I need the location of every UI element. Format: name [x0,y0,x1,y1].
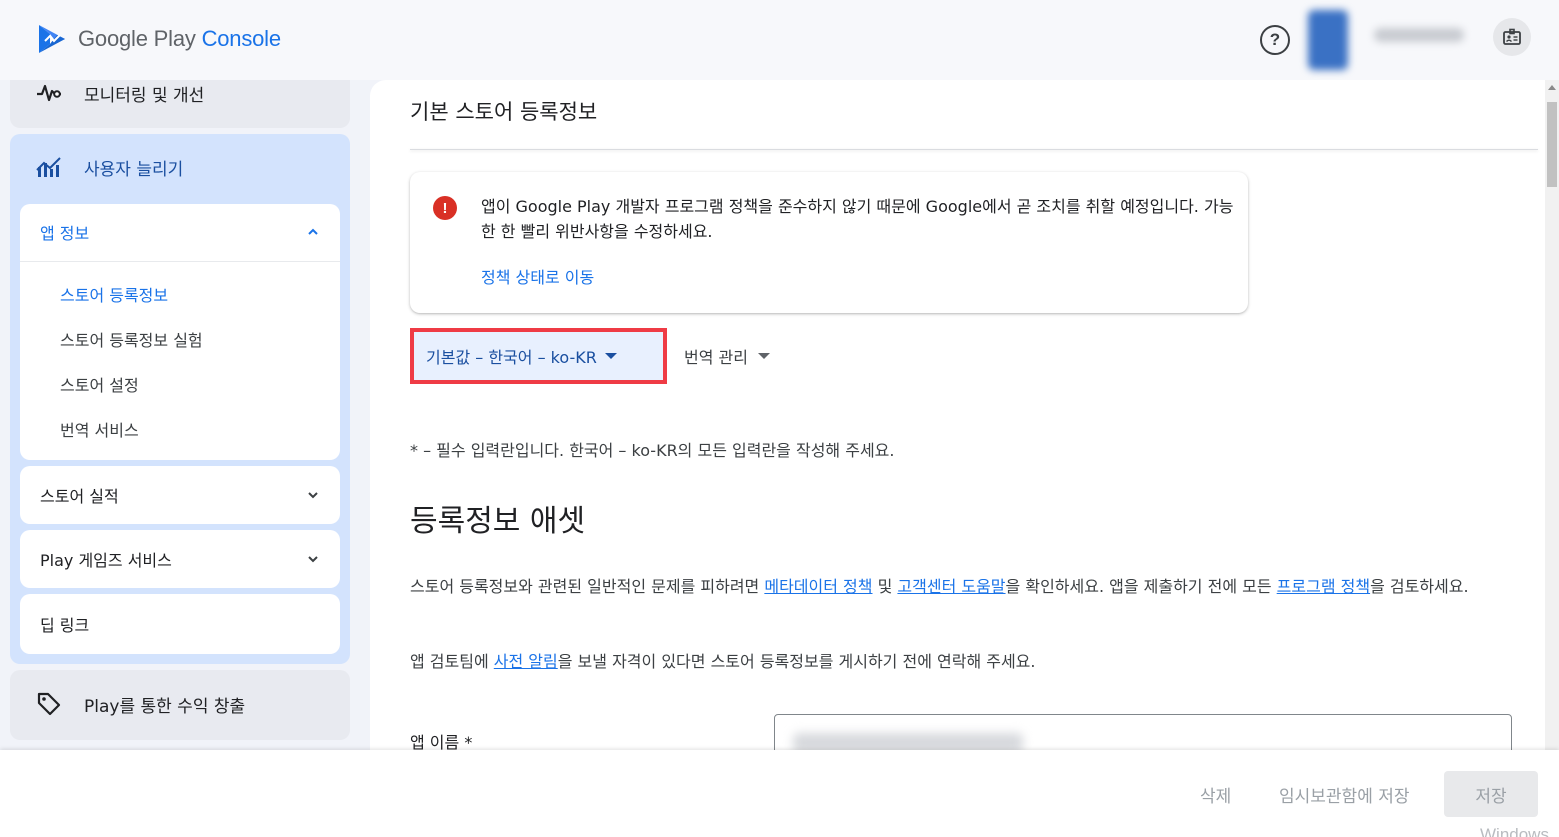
program-policies-link[interactable]: 프로그램 정책 [1277,577,1370,596]
app-name-value-redacted [793,733,1023,750]
account-badge-icon[interactable] [1493,18,1531,56]
play-console-logo-icon [39,25,65,53]
top-app-bar: Google Play Console ? [0,0,1559,80]
main-content: 기본 스토어 등록정보 ! 앱이 Google Play 개발자 프로그램 정책… [370,80,1545,750]
policy-alert-card: ! 앱이 Google Play 개발자 프로그램 정책을 준수하지 않기 때문… [410,172,1248,313]
save-draft-button[interactable]: 임시보관함에 저장 [1279,782,1410,807]
required-fields-note: * – 필수 입력란입니다. 한국어 – ko-KR의 모든 입력란을 작성해 … [410,441,895,460]
sidebar-item-monitoring[interactable]: 모니터링 및 개선 [10,80,350,128]
chevron-down-icon [308,492,318,499]
policy-status-link[interactable]: 정책 상태로 이동 [481,264,594,288]
translations-label: 번역 관리 [684,348,748,367]
sidebar-item-translation-services[interactable]: 번역 서비스 [60,417,139,441]
vitals-icon [36,80,62,106]
alert-message: 앱이 Google Play 개발자 프로그램 정책을 준수하지 않기 때문에 … [481,197,1234,241]
sidebar-nav: 모니터링 및 개선 사용자 늘리기 앱 정보 스토어 등록정보 스토어 등록정보… [10,80,350,750]
pre-notification-description: 앱 검토팀에 사전 알림을 보낼 자격이 있다면 스토어 등록정보를 게시하기 … [410,652,1036,671]
sidebar-section-grow: 사용자 늘리기 앱 정보 스토어 등록정보 스토어 등록정보 실험 스토어 설정… [10,134,350,664]
metadata-policy-link[interactable]: 메타데이터 정책 [764,577,872,596]
default-language-dropdown[interactable]: 기본값 – 한국어 – ko-KR [410,328,667,384]
listing-assets-description: 스토어 등록정보와 관련된 일반적인 문제를 피하려면 메타데이터 정책 및 고… [410,577,1469,596]
save-button[interactable]: 저장 [1444,771,1538,817]
manage-translations-dropdown[interactable]: 번역 관리 [684,344,770,368]
scroll-up-arrow-icon[interactable] [1548,85,1556,90]
sidebar-group-store-performance[interactable]: 스토어 실적 [20,466,340,524]
play-console-logo[interactable]: Google Play Console [36,22,281,56]
account-avatar [1308,10,1348,70]
divider [20,261,340,262]
sidebar-group-play-games[interactable]: Play 게임즈 서비스 [20,530,340,588]
main-scrollbar[interactable] [1545,80,1559,750]
sidebar-item-label: 사용자 늘리기 [84,159,184,180]
sidebar-group-label: 스토어 실적 [40,487,119,506]
growth-chart-icon [36,154,62,180]
sidebar-group-label: 앱 정보 [40,224,90,243]
badge-icon [1503,28,1521,45]
pre-notification-link[interactable]: 사전 알림 [494,652,558,671]
sidebar-item-label: Play를 통한 수익 창출 [84,696,246,717]
sidebar-item-deep-links[interactable]: 딥 링크 [20,594,340,654]
section-title: 등록정보 애셋 [410,504,586,539]
sidebar-group-app-info-header[interactable]: 앱 정보 [40,220,89,244]
account-name-redacted [1374,28,1464,42]
app-name-label: 앱 이름 * [410,733,473,750]
sidebar-group-app-info: 앱 정보 스토어 등록정보 스토어 등록정보 실험 스토어 설정 번역 서비스 [20,204,340,460]
sidebar-item-store-listing[interactable]: 스토어 등록정보 [60,282,168,306]
sidebar-item-store-listing-experiments[interactable]: 스토어 등록정보 실험 [60,327,203,351]
sidebar-item-label: 모니터링 및 개선 [84,85,205,106]
chevron-down-icon [308,556,318,563]
sidebar-group-label: Play 게임즈 서비스 [40,551,172,570]
tag-icon [36,691,62,717]
help-center-link[interactable]: 고객센터 도움말 [897,577,1005,596]
error-icon: ! [433,196,457,220]
dropdown-arrow-icon [604,353,617,359]
help-icon[interactable]: ? [1260,25,1290,55]
app-name-input[interactable] [774,714,1512,750]
dropdown-arrow-icon [757,353,770,359]
sidebar-item-label: 딥 링크 [40,616,90,635]
logo-text-google-play: Google Play [78,26,196,51]
action-footer: 삭제 임시보관함에 저장 저장 [0,750,1559,837]
language-label: 기본값 – 한국어 – ko-KR [426,348,597,367]
sidebar-item-grow[interactable]: 사용자 늘리기 [36,154,183,180]
delete-button[interactable]: 삭제 [1200,782,1231,807]
windows-activation-watermark: Windows [1480,825,1549,837]
scrollbar-thumb[interactable] [1547,102,1557,187]
account-switcher[interactable] [1290,0,1490,80]
page-title: 기본 스토어 등록정보 [410,100,598,124]
chevron-up-icon[interactable] [306,225,320,239]
sidebar-item-monetize[interactable]: Play를 통한 수익 창출 [10,670,350,740]
logo-text-console: Console [201,26,282,51]
title-divider [410,149,1538,150]
sidebar-item-store-settings[interactable]: 스토어 설정 [60,372,139,396]
